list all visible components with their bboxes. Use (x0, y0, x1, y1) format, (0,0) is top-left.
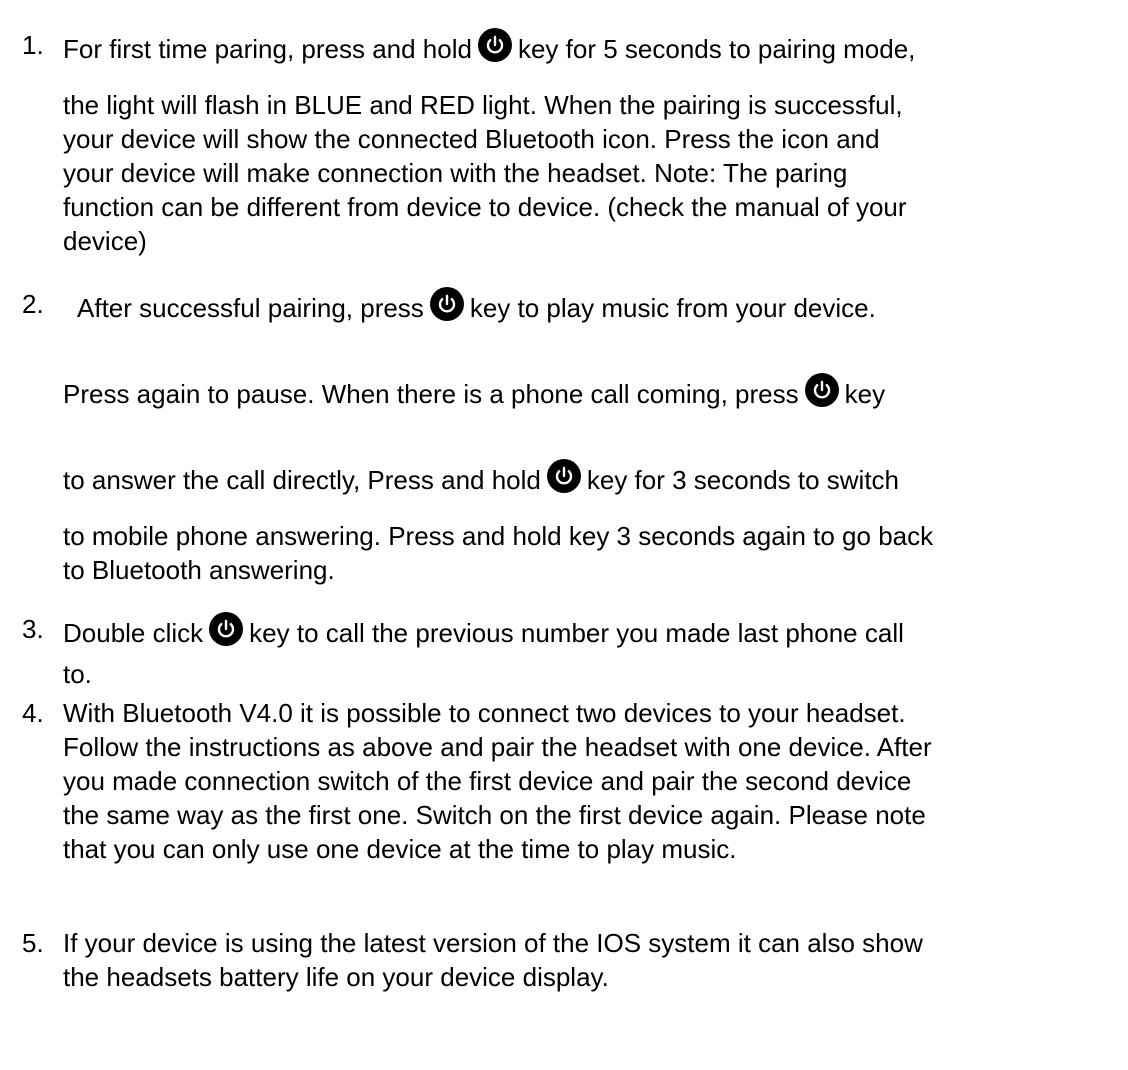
item-line: you made connection switch of the first … (63, 766, 912, 796)
item-line: to mobile phone answering. Press and hol… (63, 521, 934, 551)
power-button-icon (804, 373, 839, 407)
item-line: function can be different from device to… (63, 192, 907, 222)
item-number: 3. (22, 614, 44, 644)
item-line: to. (63, 659, 92, 689)
item-line: the headsets battery life on your device… (63, 962, 609, 992)
line-text: For first time paring, press and hold (63, 34, 472, 64)
power-button-icon (209, 612, 244, 646)
item-line: Press again to pause. When there is a ph… (63, 373, 885, 411)
item-line: your device will show the connected Blue… (63, 124, 880, 154)
line-text: After successful pairing, press (77, 293, 424, 323)
item-line: the light will flash in BLUE and RED lig… (63, 90, 903, 120)
item-line: to Bluetooth answering. (63, 555, 335, 585)
line-text: Double click (63, 618, 204, 648)
item-line: to answer the call directly, Press and h… (63, 459, 899, 497)
item-line: device) (63, 226, 147, 256)
item-number: 2. (22, 289, 44, 319)
line-text: Press again to pause. When there is a ph… (63, 379, 799, 409)
item-line: For first time paring, press and hold key… (63, 28, 915, 66)
power-button-icon (429, 287, 464, 321)
item-number: 5. (22, 928, 44, 958)
line-text: key to call the previous number you made… (249, 618, 904, 648)
item-line: the same way as the first one. Switch on… (63, 800, 926, 830)
line-text: key for 3 seconds to switch (586, 465, 900, 495)
line-text: key (844, 379, 886, 409)
line-text: key to play music from your device. (469, 293, 876, 323)
item-line: With Bluetooth V4.0 it is possible to co… (63, 698, 906, 728)
item-line: After successful pairing, press key to pl… (77, 287, 876, 325)
item-line: your device will make connection with th… (63, 158, 848, 188)
power-button-icon (546, 459, 581, 493)
item-line: If your device is using the latest versi… (63, 928, 923, 958)
item-number: 4. (22, 698, 44, 728)
power-button-icon (477, 28, 512, 62)
line-text: key for 5 seconds to pairing mode, (517, 34, 916, 64)
item-line: that you can only use one device at the … (63, 834, 737, 864)
item-line: Double click key to call the previous num… (63, 612, 904, 650)
item-line: Follow the instructions as above and pai… (63, 732, 932, 762)
item-number: 1. (22, 30, 44, 60)
line-text: to answer the call directly, Press and h… (63, 465, 541, 495)
